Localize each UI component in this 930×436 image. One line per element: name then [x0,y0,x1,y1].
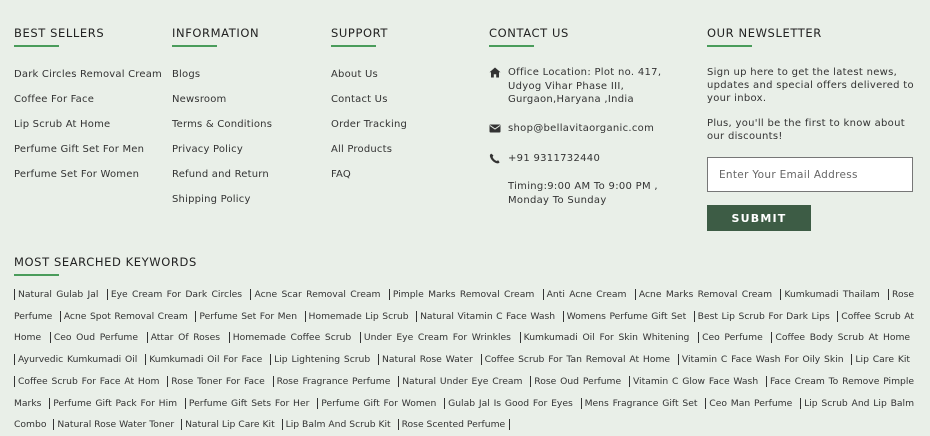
newsletter-description: Sign up here to get the latest news, upd… [707,67,914,104]
heading-underline [172,45,217,47]
keyword-link[interactable]: Perfume Set For Men [195,310,302,322]
keyword-link[interactable]: Ceo Oud Perfume [49,332,143,344]
keywords-heading: MOST SEARCHED KEYWORDS [14,255,197,269]
info-link-terms[interactable]: Terms & Conditions [172,118,272,143]
keyword-link[interactable]: Natural Rose Water Toner [53,419,179,431]
heading-underline [14,274,59,276]
best-sellers-links: Dark Circles Removal Cream Coffee For Fa… [14,68,162,193]
best-seller-link-perfume-men[interactable]: Perfume Gift Set For Men [14,143,162,168]
keyword-link[interactable]: Coffee Scrub For Tan Removal At Home [480,354,675,366]
most-searched-keywords: MOST SEARCHED KEYWORDS Natural Gulab Jal… [14,255,915,431]
keyword-link[interactable]: Womens Perfume Gift Set [562,310,691,322]
keyword-link[interactable]: Mens Fragrance Gift Set [580,397,702,409]
keyword-link[interactable]: Eye Cream For Dark Circles [106,289,247,300]
email-link[interactable]: shop@bellavitaorganic.com [508,122,683,136]
newsletter-discount-note: Plus, you'll be the first to know about … [707,118,905,142]
info-link-newsroom[interactable]: Newsroom [172,93,272,118]
keyword-link[interactable]: Rose Oud Perfume [530,375,626,387]
keyword-link[interactable]: Ceo Perfume [698,332,767,344]
keyword-link[interactable]: Perfume Gift Pack For Him [49,397,182,409]
newsletter-column: OUR NEWSLETTER Sign up here to get the l… [707,26,917,241]
support-link-contact[interactable]: Contact Us [331,93,407,118]
support-link-order-tracking[interactable]: Order Tracking [331,118,407,143]
info-link-shipping[interactable]: Shipping Policy [172,193,272,218]
support-column: SUPPORT About Us Contact Us Order Tracki… [331,26,407,180]
best-seller-link-perfume-women[interactable]: Perfume Set For Women [14,168,162,193]
keyword-link[interactable]: Coffee Body Scrub At Home [771,332,915,344]
newsletter-email-input[interactable] [707,157,913,192]
keyword-link[interactable]: Acne Scar Removal Cream [250,289,385,300]
newsletter-heading: OUR NEWSLETTER [707,26,822,40]
keyword-link[interactable]: Anti Acne Cream [542,289,631,300]
keyword-link[interactable]: Attar Of Roses [146,332,225,344]
best-seller-link-coffee-for-face[interactable]: Coffee For Face [14,93,162,118]
keyword-link[interactable]: Kumkumadi Oil For Skin Whitening [519,332,694,344]
contact-heading: CONTACT US [489,26,569,40]
best-seller-link-lip-scrub[interactable]: Lip Scrub At Home [14,118,162,143]
keyword-link[interactable]: Vitamin C Face Wash For Oily Skin [677,354,848,366]
heading-underline [707,45,752,47]
heading-underline [14,45,59,47]
timing-text: Timing:9:00 AM To 9:00 PM , Monday To Su… [508,181,658,206]
keyword-link[interactable]: Natural Rose Water [378,354,477,366]
best-sellers-column: BEST SELLERS Dark Circles Removal Cream … [14,26,162,180]
best-sellers-heading: BEST SELLERS [14,26,105,40]
keyword-link[interactable]: Rose Fragrance Perfume [272,375,395,387]
keyword-link[interactable]: Ceo Man Perfume [705,397,797,409]
support-link-all-products[interactable]: All Products [331,143,407,168]
address-text: Office Location: Plot no. 417, Udyog Vih… [508,67,662,105]
keyword-link[interactable]: Lip Balm And Scrub Kit [281,419,395,431]
contact-column: CONTACT US Office Location: Plot no. 417… [489,26,689,226]
information-column: INFORMATION Blogs Newsroom Terms & Condi… [172,26,272,205]
keyword-link[interactable]: Lip Lightening Scrub [270,354,375,366]
info-link-privacy[interactable]: Privacy Policy [172,143,272,168]
heading-underline [489,45,534,47]
keyword-link[interactable]: Kumkumadi Oil For Face [145,354,267,366]
support-heading: SUPPORT [331,26,389,40]
keyword-link[interactable]: Rose Toner For Face [167,375,269,387]
phone-link[interactable]: +91 9311732440 [508,152,683,166]
keyword-link[interactable]: Homemade Coffee Scrub [228,332,356,344]
info-link-refund[interactable]: Refund and Return [172,168,272,193]
keywords-list: Natural Gulab Jal Eye Cream For Dark Cir… [14,284,915,436]
keyword-link[interactable]: Perfume Gift Sets For Her [184,397,314,409]
keyword-link[interactable]: Acne Marks Removal Cream [634,289,777,300]
support-link-faq[interactable]: FAQ [331,168,407,193]
keyword-link[interactable]: Homemade Lip Scrub [304,310,413,322]
support-links: About Us Contact Us Order Tracking All P… [331,68,407,193]
keyword-link[interactable]: Natural Vitamin C Face Wash [416,310,560,322]
keyword-link[interactable]: Perfume Gift For Women [317,397,441,409]
information-links: Blogs Newsroom Terms & Conditions Privac… [172,68,272,218]
keyword-link[interactable]: Kumkumadi Thailam [780,289,884,300]
newsletter-submit-button[interactable]: SUBMIT [707,205,811,231]
keyword-separator [509,419,511,431]
keyword-link[interactable]: Vitamin C Glow Face Wash [628,375,763,387]
keyword-link[interactable]: Best Lip Scrub For Dark Lips [693,310,834,322]
heading-underline [331,45,376,47]
keyword-link[interactable]: Ayurvedic Kumkumadi Oil [14,354,142,366]
best-seller-link-dark-circles[interactable]: Dark Circles Removal Cream [14,68,162,93]
keyword-link[interactable]: Under Eye Cream For Wrinkles [359,332,515,344]
keyword-link[interactable]: Acne Spot Removal Cream [59,310,192,322]
keyword-link[interactable]: Natural Gulab Jal [14,289,103,300]
keyword-link[interactable]: Gulab Jal Is Good For Eyes [444,397,577,409]
keyword-link[interactable]: Natural Under Eye Cream [398,375,527,387]
keyword-link[interactable]: Lip Care Kit [851,354,915,366]
home-icon [489,67,501,78]
keyword-link[interactable]: Natural Lip Care Kit [181,419,279,431]
phone-icon [489,153,500,164]
keyword-link[interactable]: Coffee Scrub For Face At Hom [14,375,164,387]
info-link-blogs[interactable]: Blogs [172,68,272,93]
information-heading: INFORMATION [172,26,260,40]
envelope-icon [489,124,501,133]
keyword-link[interactable]: Rose Scented Perfume [397,419,510,431]
keyword-link[interactable]: Pimple Marks Removal Cream [388,289,539,300]
support-link-about[interactable]: About Us [331,68,407,93]
